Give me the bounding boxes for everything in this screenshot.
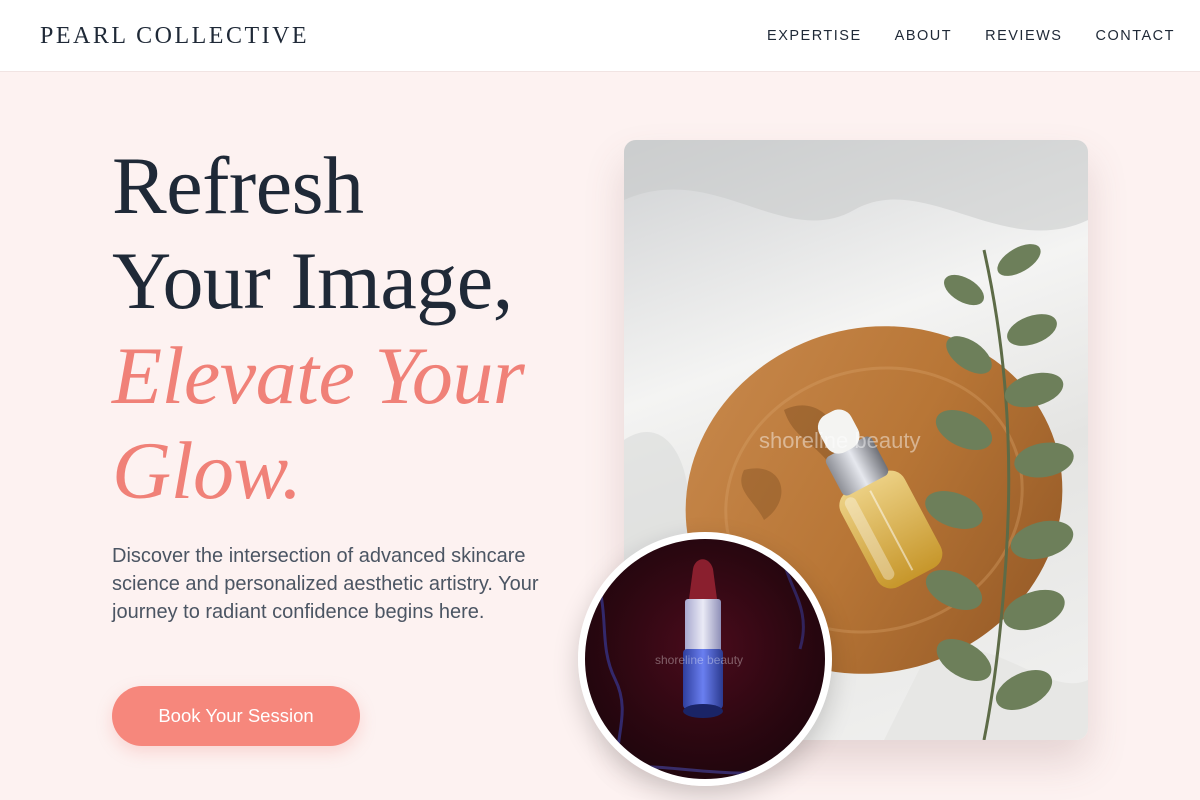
main-image-watermark: shoreline beauty — [759, 428, 921, 453]
nav-link-reviews[interactable]: REVIEWS — [985, 25, 1062, 47]
hero-lead-text: Discover the intersection of advanced sk… — [112, 545, 539, 623]
round-image-watermark: shoreline beauty — [655, 653, 744, 667]
headline-accent-line-2: Glow. — [112, 425, 302, 516]
site-header: PEARL COLLECTIVE EXPERTISE ABOUT REVIEWS… — [0, 0, 1200, 72]
headline-line-2: Your Image, — [112, 235, 513, 326]
headline-accent-line-1: Elevate Your — [112, 330, 525, 421]
main-nav: EXPERTISE ABOUT REVIEWS CONTACT — [767, 25, 1175, 47]
nav-link-about[interactable]: ABOUT — [895, 25, 952, 47]
brand-logo[interactable]: PEARL COLLECTIVE — [40, 21, 309, 51]
hero-headline: Refresh Your Image, Elevate Your Glow. — [112, 138, 525, 518]
nav-link-contact[interactable]: CONTACT — [1095, 25, 1175, 47]
nav-link-expertise[interactable]: EXPERTISE — [767, 25, 862, 47]
book-session-button[interactable]: Book Your Session — [112, 686, 360, 746]
headline-line-1: Refresh — [112, 140, 364, 231]
hero-image-lipstick: shoreline beauty — [578, 532, 832, 786]
